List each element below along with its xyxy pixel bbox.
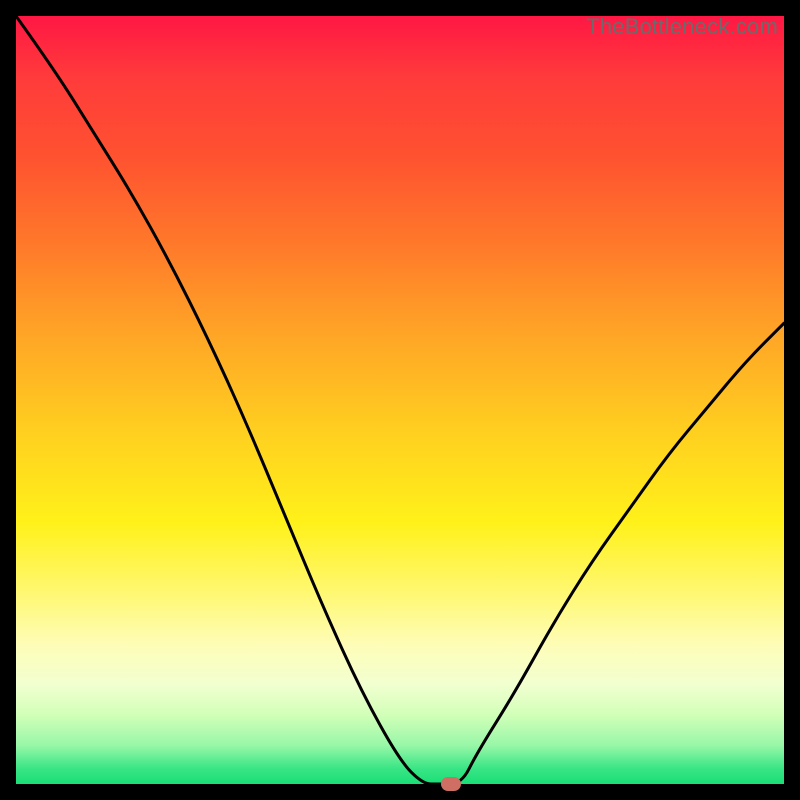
bottleneck-curve	[16, 16, 784, 784]
watermark-text: TheBottleneck.com	[586, 14, 778, 40]
curve-path	[16, 16, 784, 784]
optimal-point-marker	[441, 777, 461, 791]
chart-frame: TheBottleneck.com	[16, 16, 784, 784]
